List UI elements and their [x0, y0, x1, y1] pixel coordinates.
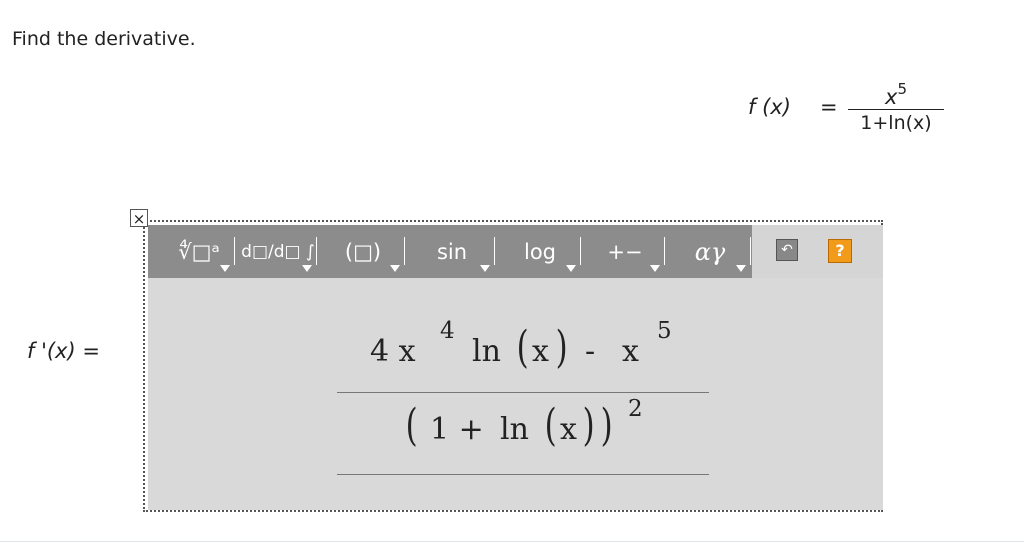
numerator-minus: - — [585, 334, 596, 369]
answer-edit-area[interactable]: 4 x 4 ln ( x ) - x 5 ( 1 + ln ( x ) ) 2 — [148, 278, 883, 510]
log-functions-button[interactable]: log — [502, 225, 578, 278]
denominator-ln-argument: x — [560, 412, 577, 447]
denominator-inner-open-paren: ( — [544, 400, 557, 451]
given-lhs: f (x) — [748, 95, 791, 119]
given-fraction-bar — [848, 109, 944, 110]
toolbar-separator — [494, 237, 495, 265]
parentheses-template-button[interactable]: (□) — [324, 225, 402, 278]
close-editor-button[interactable]: × — [130, 209, 148, 228]
undo-button[interactable]: ↶ — [776, 239, 798, 261]
given-numerator: x5 — [885, 80, 907, 109]
numerator-coefficient: 4 x — [370, 334, 416, 369]
greek-letters-button[interactable]: αγ — [672, 225, 748, 278]
bottom-divider — [0, 541, 1024, 542]
toolbar-separator — [580, 237, 581, 265]
help-button[interactable]: ? — [828, 239, 852, 263]
given-fraction: x5 1+ln(x) — [848, 80, 944, 138]
given-numerator-exponent: 5 — [897, 80, 907, 98]
derivative-integral-icon: d□/d□ ∫ — [241, 241, 315, 262]
numerator-ln: ln — [472, 334, 501, 369]
cursor-underline — [337, 474, 709, 475]
root-template-button[interactable]: ∜□ᵃ — [166, 225, 232, 278]
toolbar-separator — [750, 237, 751, 265]
denominator-inner-close-paren: ) — [582, 400, 595, 451]
numerator-close-paren: ) — [555, 322, 568, 373]
parentheses-icon: (□) — [344, 239, 382, 264]
calculus-template-button[interactable]: d□/d□ ∫ — [241, 225, 315, 278]
given-equals: = — [820, 95, 838, 119]
math-editor[interactable]: ∜□ᵃ d□/d□ ∫ (□) sin log +− αγ ↶ ? 4 x 4 … — [143, 220, 883, 512]
denominator-close-paren: ) — [600, 400, 613, 451]
denominator-one-plus: 1 + — [430, 412, 484, 447]
operators-button[interactable]: +− — [588, 225, 662, 278]
given-denominator: 1+ln(x) — [860, 112, 932, 134]
toolbar-separator — [316, 237, 317, 265]
toolbar-separator — [404, 237, 405, 265]
root-template-icon: ∜□ᵃ — [178, 239, 220, 264]
problem-prompt: Find the derivative. — [12, 28, 196, 50]
denominator-open-paren: ( — [405, 400, 418, 451]
numerator-open-paren: ( — [516, 322, 529, 373]
undo-icon: ↶ — [781, 242, 793, 258]
denominator-ln: ln — [500, 412, 529, 447]
answer-fraction-bar — [337, 392, 709, 393]
toolbar-separator — [234, 237, 235, 265]
close-icon: × — [132, 210, 146, 228]
answer-label: f '(x) = — [27, 339, 100, 363]
numerator-coefficient-exponent: 4 — [440, 318, 455, 344]
math-toolbar: ∜□ᵃ d□/d□ ∫ (□) sin log +− αγ ↶ ? — [148, 225, 883, 278]
numerator-ln-argument: x — [532, 334, 549, 369]
numerator-x-exponent: 5 — [657, 318, 672, 344]
toolbar-separator — [664, 237, 665, 265]
numerator-x: x — [622, 334, 639, 369]
denominator-exponent: 2 — [628, 396, 643, 422]
trig-functions-button[interactable]: sin — [412, 225, 492, 278]
help-icon: ? — [835, 241, 845, 260]
